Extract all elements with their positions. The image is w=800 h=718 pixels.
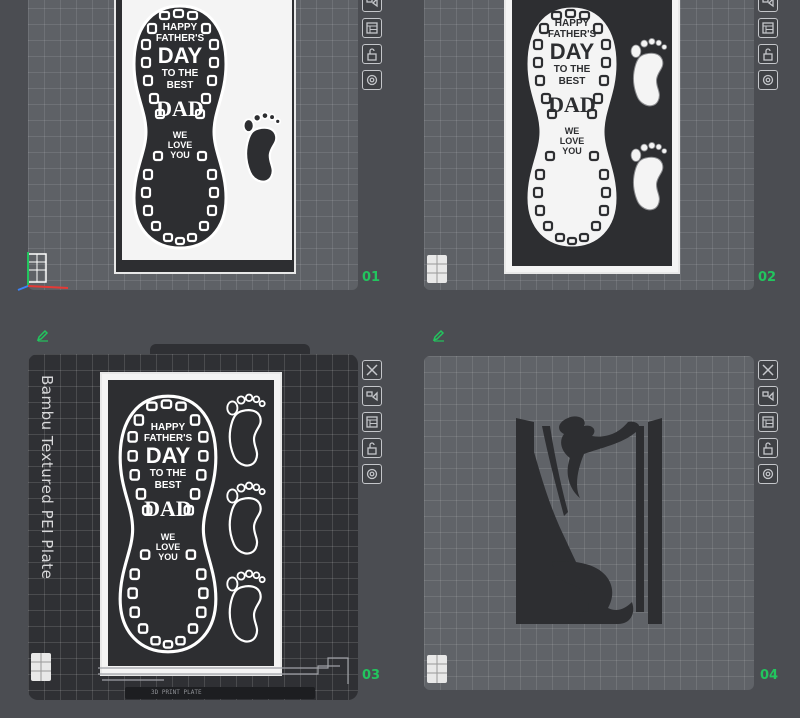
settings-icon xyxy=(366,468,378,480)
card-text-we: WE xyxy=(564,126,580,136)
card-text-happy: HAPPY xyxy=(150,422,186,433)
close-icon xyxy=(366,364,378,376)
settings-button[interactable] xyxy=(362,464,382,484)
layers-button[interactable] xyxy=(362,412,382,432)
lock-button[interactable] xyxy=(362,438,382,458)
card-text-best: BEST xyxy=(166,80,194,91)
plate-grid-icon xyxy=(31,653,51,681)
card-text-day: DAY xyxy=(145,443,191,468)
plate-type-label: Bambu Textured PEI Plate xyxy=(38,375,56,580)
edit-pencil-icon[interactable] xyxy=(432,328,446,342)
plate-toolbar-03 xyxy=(362,360,382,484)
card-stand-parts xyxy=(516,416,662,624)
card-text-love: LOVE xyxy=(155,542,181,552)
plate-number-03: 03 xyxy=(362,668,381,683)
arrange-button[interactable] xyxy=(362,0,382,12)
card-text-block: HAPPY FATHER'S DAY TO THE BEST DAD WE LO… xyxy=(520,18,624,156)
baby-foot-icon xyxy=(630,38,668,107)
card-text-best: BEST xyxy=(154,480,182,491)
lock-button[interactable] xyxy=(362,44,382,64)
layers-button[interactable] xyxy=(758,412,778,432)
lock-icon xyxy=(763,442,773,455)
arrange-icon xyxy=(762,391,774,402)
card-text-happy: HAPPY xyxy=(554,18,590,29)
build-plate-02[interactable]: HAPPY FATHER'S DAY TO THE BEST DAD WE LO… xyxy=(424,0,754,290)
card-text-we: WE xyxy=(172,130,188,140)
card-text-dad: DAD xyxy=(144,496,192,521)
card-text-you: YOU xyxy=(562,146,582,156)
lock-button[interactable] xyxy=(758,44,778,64)
plate-number-01: 01 xyxy=(362,270,381,285)
plate-footer-strip: 3D PRINT PLATE xyxy=(125,687,315,699)
baby-foot-icon xyxy=(242,111,282,183)
edit-pencil-icon[interactable] xyxy=(36,328,50,342)
card-text-you: YOU xyxy=(158,552,178,562)
card-text-to-the: TO THE xyxy=(161,68,199,79)
close-button[interactable] xyxy=(362,360,382,380)
close-button[interactable] xyxy=(758,360,778,380)
settings-button[interactable] xyxy=(362,70,382,90)
card-text-block: HAPPY FATHER'S DAY TO THE BEST DAD WE LO… xyxy=(128,22,232,160)
card-text-dad: DAD xyxy=(548,92,596,117)
card-text-to-the: TO THE xyxy=(553,64,591,75)
layers-icon xyxy=(366,416,378,428)
lock-icon xyxy=(367,48,377,61)
layers-icon xyxy=(762,22,774,34)
baby-foot-icon xyxy=(226,569,266,643)
baby-foot-icon xyxy=(226,481,266,555)
card-text-we: WE xyxy=(160,532,176,542)
baby-foot-icon xyxy=(226,393,266,467)
plate-toolbar-02 xyxy=(758,0,778,90)
card-text-love: LOVE xyxy=(167,140,193,150)
card-text-day: DAY xyxy=(157,43,203,68)
build-plate-01[interactable]: HAPPY FATHER'S DAY TO THE BEST DAD WE LO… xyxy=(28,0,358,290)
settings-button[interactable] xyxy=(758,70,778,90)
plate-number-02: 02 xyxy=(758,270,777,285)
settings-button[interactable] xyxy=(758,464,778,484)
lock-icon xyxy=(367,442,377,455)
settings-icon xyxy=(762,74,774,86)
plate-number-04: 04 xyxy=(760,668,779,683)
arrange-button[interactable] xyxy=(758,0,778,12)
build-plate-04[interactable] xyxy=(424,356,754,690)
card-text-you: YOU xyxy=(170,150,190,160)
lock-button[interactable] xyxy=(758,438,778,458)
card-text-happy: HAPPY xyxy=(162,22,198,33)
plate-grid-icon xyxy=(427,255,447,283)
close-icon xyxy=(762,364,774,376)
card-text-to-the: TO THE xyxy=(149,468,187,479)
arrange-button[interactable] xyxy=(362,386,382,406)
build-plate-03[interactable]: HAPPY FATHER'S DAY TO THE BEST DAD WE LO… xyxy=(28,354,358,700)
baby-foot-icon xyxy=(630,142,668,211)
layers-icon xyxy=(762,416,774,428)
lock-icon xyxy=(763,48,773,61)
plate-toolbar-01 xyxy=(362,0,382,90)
arrange-button[interactable] xyxy=(758,386,778,406)
layers-icon xyxy=(366,22,378,34)
plate-toolbar-04 xyxy=(758,360,778,484)
card-text-dad: DAD xyxy=(156,96,204,121)
arrange-icon xyxy=(762,0,774,8)
plate-grid-icon xyxy=(427,655,447,683)
card-text-day: DAY xyxy=(549,39,595,64)
card-text-best: BEST xyxy=(558,76,586,87)
settings-icon xyxy=(366,74,378,86)
settings-icon xyxy=(762,468,774,480)
arrange-icon xyxy=(366,391,378,402)
card-text-block: HAPPY FATHER'S DAY TO THE BEST DAD WE LO… xyxy=(116,422,220,562)
layers-button[interactable] xyxy=(758,18,778,38)
card-text-love: LOVE xyxy=(559,136,585,146)
layers-button[interactable] xyxy=(362,18,382,38)
axis-gizmo-icon xyxy=(17,252,69,291)
arrange-icon xyxy=(366,0,378,8)
